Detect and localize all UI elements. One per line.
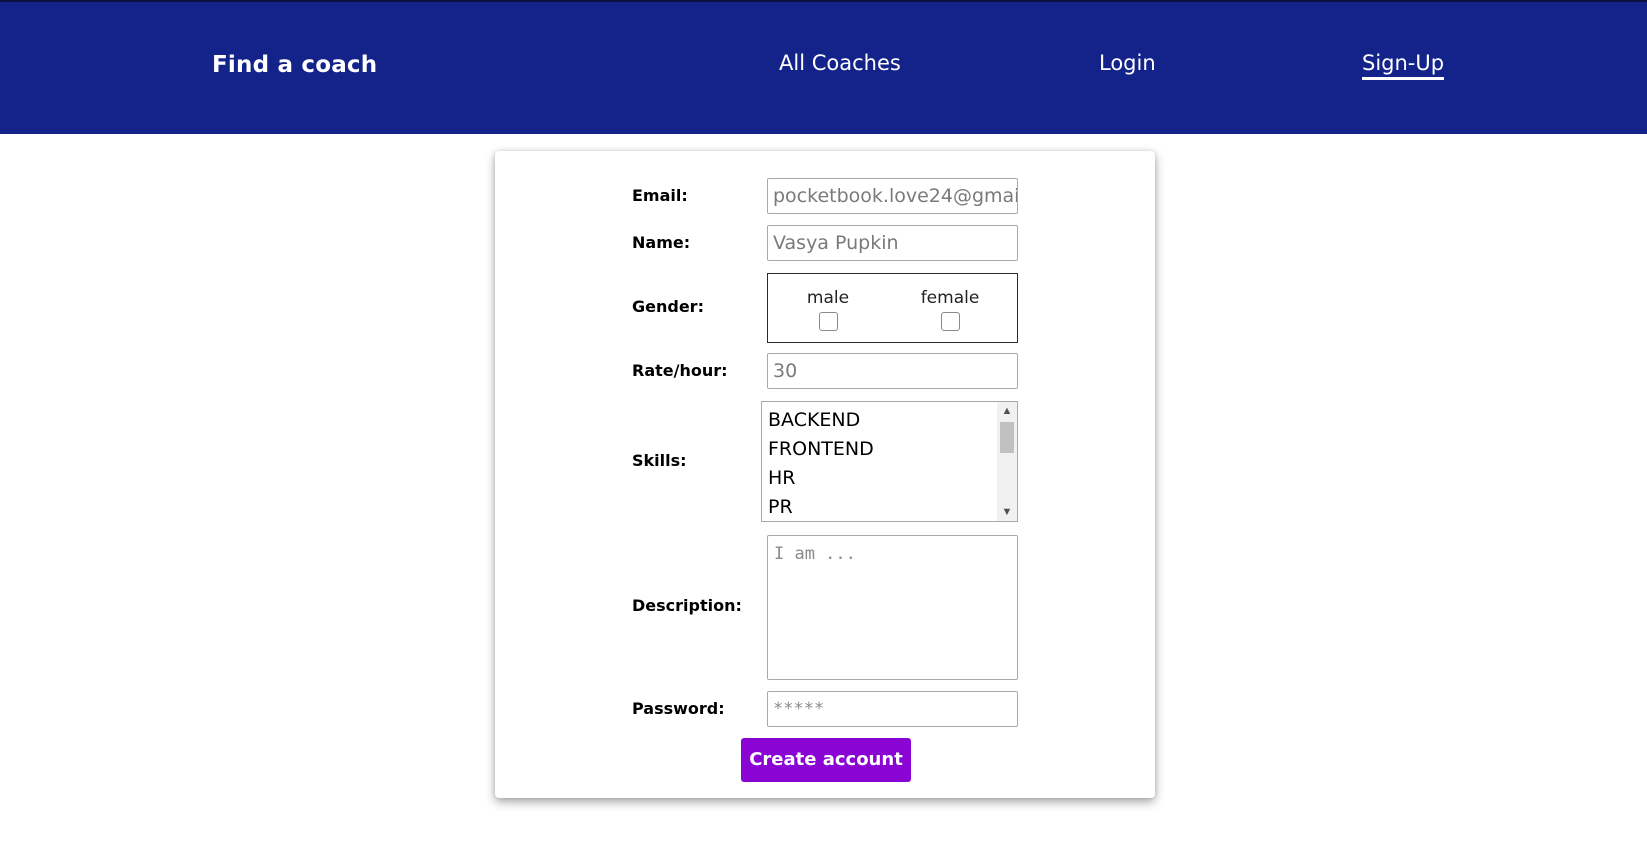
email-field[interactable]: pocketbook.love24@gmail.com xyxy=(767,178,1018,214)
skill-option[interactable]: PR xyxy=(768,493,874,521)
password-field[interactable]: ***** xyxy=(767,691,1018,727)
skill-option[interactable]: BACKEND xyxy=(768,406,874,435)
skills-scrollbar[interactable]: ▲ ▼ xyxy=(997,402,1017,521)
password-placeholder: ***** xyxy=(773,699,825,719)
name-placeholder: Vasya Pupkin xyxy=(773,232,899,254)
gender-female-checkbox[interactable] xyxy=(940,312,960,331)
password-label: Password: xyxy=(632,699,725,718)
signup-form-card: Email: pocketbook.love24@gmail.com Name:… xyxy=(495,151,1155,798)
skill-option[interactable]: HR xyxy=(768,464,874,493)
nav-login[interactable]: Login xyxy=(1099,51,1156,77)
rate-label: Rate/hour: xyxy=(632,361,728,380)
gender-label: Gender: xyxy=(632,297,704,316)
rate-field[interactable]: 30 xyxy=(767,353,1018,389)
skills-list: BACKEND FRONTEND HR PR xyxy=(768,406,874,521)
gender-option-female[interactable]: female xyxy=(905,288,995,331)
nav-signup[interactable]: Sign-Up xyxy=(1362,51,1445,80)
description-textarea[interactable]: I am ... xyxy=(767,535,1018,680)
brand-title[interactable]: Find a coach xyxy=(212,52,377,78)
description-label: Description: xyxy=(632,596,742,615)
gender-option-male[interactable]: male xyxy=(783,288,873,331)
scroll-thumb[interactable] xyxy=(1000,422,1014,453)
skill-option[interactable]: FRONTEND xyxy=(768,435,874,464)
name-field[interactable]: Vasya Pupkin xyxy=(767,225,1018,261)
description-placeholder: I am ... xyxy=(774,544,856,564)
top-navbar: Find a coach All Coaches Login Sign-Up xyxy=(0,0,1647,134)
create-account-button[interactable]: Create account xyxy=(741,738,911,782)
gender-male-label: male xyxy=(806,288,850,308)
skills-label: Skills: xyxy=(632,451,687,470)
name-label: Name: xyxy=(632,233,691,252)
rate-placeholder: 30 xyxy=(773,360,798,382)
gender-male-checkbox[interactable] xyxy=(818,312,838,331)
gender-options-box: male female xyxy=(767,273,1018,343)
scroll-up-icon[interactable]: ▲ xyxy=(997,402,1017,420)
scroll-down-icon[interactable]: ▼ xyxy=(997,503,1017,521)
gender-female-label: female xyxy=(920,288,980,308)
email-placeholder: pocketbook.love24@gmail.com xyxy=(773,185,1017,207)
nav-all-coaches[interactable]: All Coaches xyxy=(779,51,901,77)
skills-multiselect[interactable]: BACKEND FRONTEND HR PR ▲ ▼ xyxy=(761,401,1018,522)
email-label: Email: xyxy=(632,186,688,205)
